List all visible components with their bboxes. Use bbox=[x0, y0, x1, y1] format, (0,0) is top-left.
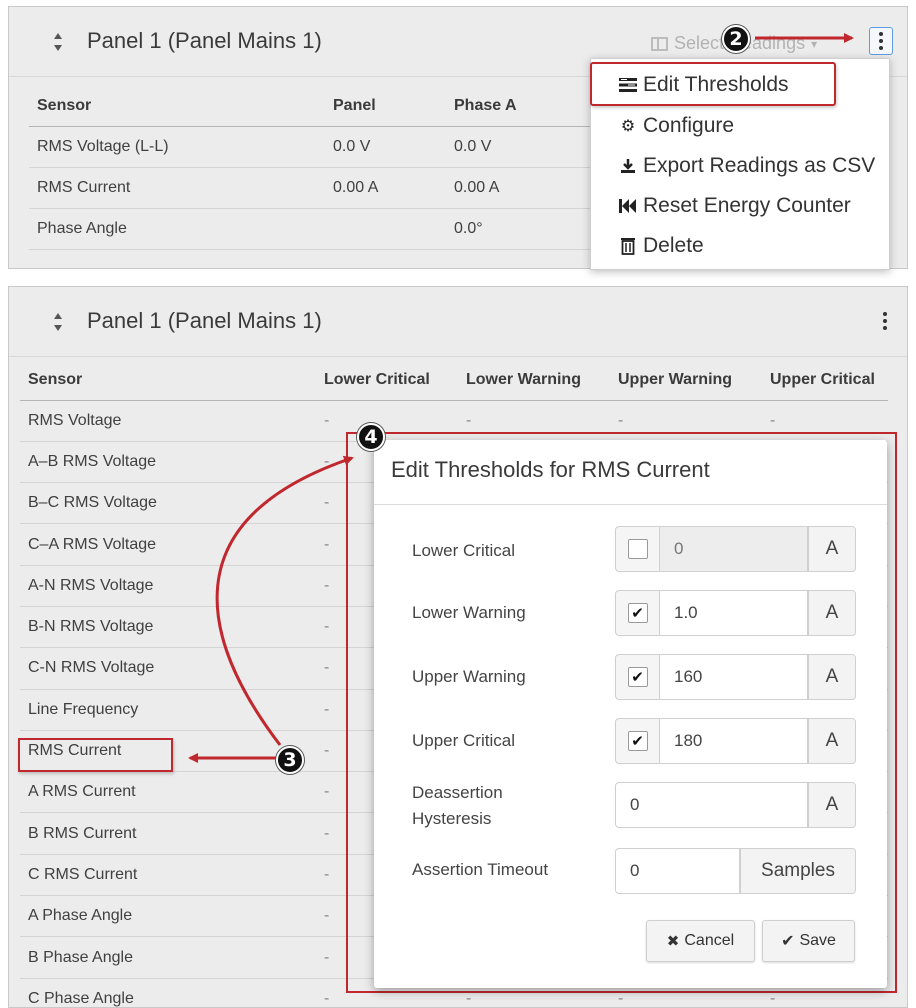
assertion-timeout-input[interactable]: 0 bbox=[615, 848, 740, 894]
menu-item-configure[interactable]: ⚙ Configure bbox=[619, 110, 734, 142]
lower-critical-checkbox[interactable] bbox=[627, 539, 648, 559]
cancel-label: Cancel bbox=[684, 932, 735, 949]
bottom-panel-header: Panel 1 (Panel Mains 1) bbox=[9, 287, 907, 357]
field-label: Upper Critical bbox=[412, 731, 515, 750]
callout-step-2: 2 bbox=[722, 25, 750, 53]
deassertion-hysteresis-input[interactable]: 0 bbox=[615, 782, 808, 828]
download-icon bbox=[619, 157, 637, 175]
column-header: Sensor bbox=[20, 360, 316, 401]
sensor-name: RMS Voltage bbox=[20, 400, 316, 442]
upper-critical-input[interactable]: 180 bbox=[659, 718, 808, 764]
sensor-name: A–B RMS Voltage bbox=[20, 441, 316, 484]
enable-checkbox-container: ✔ bbox=[615, 718, 659, 764]
menu-item-export-csv[interactable]: Export Readings as CSV bbox=[619, 150, 875, 182]
menu-item-label: Delete bbox=[643, 234, 704, 257]
close-icon: ✖ bbox=[666, 933, 680, 950]
column-header: Panel bbox=[325, 86, 446, 127]
enable-checkbox-container: ✔ bbox=[615, 590, 659, 636]
sensor-name: RMS Current bbox=[29, 167, 325, 210]
field-label: Assertion Timeout bbox=[412, 860, 549, 879]
sensor-name: C RMS Current bbox=[20, 854, 316, 897]
sensor-name: A-N RMS Voltage bbox=[20, 565, 316, 607]
field-label: Lower Warning bbox=[412, 603, 526, 622]
sensor-name: B RMS Current bbox=[20, 812, 316, 855]
hysteresis-label-line: Deassertion bbox=[412, 783, 503, 802]
menu-item-label: Reset Energy Counter bbox=[643, 194, 851, 217]
table-row: Phase Angle 0.0° bbox=[29, 208, 629, 251]
menu-item-label: Export Readings as CSV bbox=[643, 154, 876, 177]
sort-icon[interactable] bbox=[53, 311, 63, 333]
caret-down-icon: ▾ bbox=[811, 36, 818, 51]
unit-label: A bbox=[808, 526, 856, 572]
sensor-name: A Phase Angle bbox=[20, 895, 316, 938]
callout-step-3: 3 bbox=[276, 746, 304, 774]
edit-thresholds-dialog: Edit Thresholds for RMS Current Lower Cr… bbox=[374, 440, 887, 988]
sensor-name: B Phase Angle bbox=[20, 936, 316, 979]
reading-value: 0.0 V bbox=[325, 126, 446, 168]
sensor-name: Phase Angle bbox=[29, 208, 325, 251]
column-header: Upper Critical bbox=[762, 360, 888, 401]
edit-thresholds-highlight bbox=[590, 62, 836, 106]
sensor-name: C-N RMS Voltage bbox=[20, 647, 316, 690]
table-header-row: Sensor Lower Critical Lower Warning Uppe… bbox=[20, 360, 888, 401]
sensor-name: C–A RMS Voltage bbox=[20, 523, 316, 566]
lower-critical-input[interactable]: 0 bbox=[659, 526, 808, 572]
unit-label: A bbox=[808, 654, 856, 700]
column-header: Lower Critical bbox=[316, 360, 458, 401]
column-header: Sensor bbox=[29, 86, 325, 127]
hysteresis-label-line: Hysteresis bbox=[412, 809, 492, 828]
rms-current-highlight bbox=[18, 738, 173, 772]
kebab-menu-icon[interactable] bbox=[873, 307, 897, 335]
reading-value bbox=[325, 208, 446, 251]
menu-item-reset-energy[interactable]: Reset Energy Counter bbox=[619, 190, 851, 222]
sensor-name: Line Frequency bbox=[20, 689, 316, 731]
upper-warning-checkbox[interactable]: ✔ bbox=[627, 667, 648, 687]
sensor-name: B–C RMS Voltage bbox=[20, 482, 316, 525]
callout-step-4: 4 bbox=[357, 423, 385, 451]
field-label: Deassertion Hysteresis bbox=[412, 780, 503, 832]
save-label: Save bbox=[799, 932, 836, 949]
trash-icon bbox=[619, 237, 637, 255]
lower-warning-checkbox[interactable]: ✔ bbox=[627, 603, 648, 623]
lower-warning-input[interactable]: 1.0 bbox=[659, 590, 808, 636]
column-header: Upper Warning bbox=[610, 360, 762, 401]
field-label: Lower Critical bbox=[412, 541, 515, 560]
fast-backward-icon bbox=[619, 197, 637, 215]
readings-table: Sensor Panel Phase A RMS Voltage (L-L) 0… bbox=[29, 86, 629, 251]
table-row: RMS Current 0.00 A 0.00 A bbox=[29, 167, 629, 210]
check-icon: ✔ bbox=[781, 933, 795, 950]
top-panel-title: Panel 1 (Panel Mains 1) bbox=[87, 28, 322, 53]
sensor-name: B-N RMS Voltage bbox=[20, 606, 316, 649]
unit-label: A bbox=[808, 718, 856, 764]
table-header-row: Sensor Panel Phase A bbox=[29, 86, 629, 127]
upper-critical-checkbox[interactable]: ✔ bbox=[627, 731, 648, 751]
column-header: Lower Warning bbox=[458, 360, 610, 401]
kebab-menu-icon[interactable] bbox=[869, 27, 893, 55]
reading-value: 0.00 A bbox=[325, 167, 446, 210]
dialog-title: Edit Thresholds for RMS Current bbox=[391, 457, 710, 482]
unit-label: A bbox=[808, 782, 856, 828]
field-label: Upper Warning bbox=[412, 667, 526, 686]
cancel-button[interactable]: ✖ Cancel bbox=[646, 920, 755, 962]
enable-checkbox-container: ✔ bbox=[615, 654, 659, 700]
sort-icon[interactable] bbox=[53, 31, 63, 53]
table-icon bbox=[651, 36, 668, 51]
gear-icon: ⚙ bbox=[620, 118, 636, 135]
upper-warning-input[interactable]: 160 bbox=[659, 654, 808, 700]
unit-label: Samples bbox=[740, 848, 856, 894]
menu-item-delete[interactable]: Delete bbox=[619, 230, 704, 262]
sensor-name: RMS Voltage (L-L) bbox=[29, 126, 325, 168]
bottom-panel-title: Panel 1 (Panel Mains 1) bbox=[87, 308, 322, 333]
save-button[interactable]: ✔ Save bbox=[762, 920, 855, 962]
divider bbox=[374, 504, 887, 505]
enable-checkbox-container bbox=[615, 526, 659, 572]
menu-item-label: Configure bbox=[643, 114, 735, 137]
sensor-name: A RMS Current bbox=[20, 771, 316, 814]
sensor-name: C Phase Angle bbox=[20, 978, 316, 1008]
unit-label: A bbox=[808, 590, 856, 636]
table-row: RMS Voltage (L-L) 0.0 V 0.0 V bbox=[29, 126, 629, 168]
